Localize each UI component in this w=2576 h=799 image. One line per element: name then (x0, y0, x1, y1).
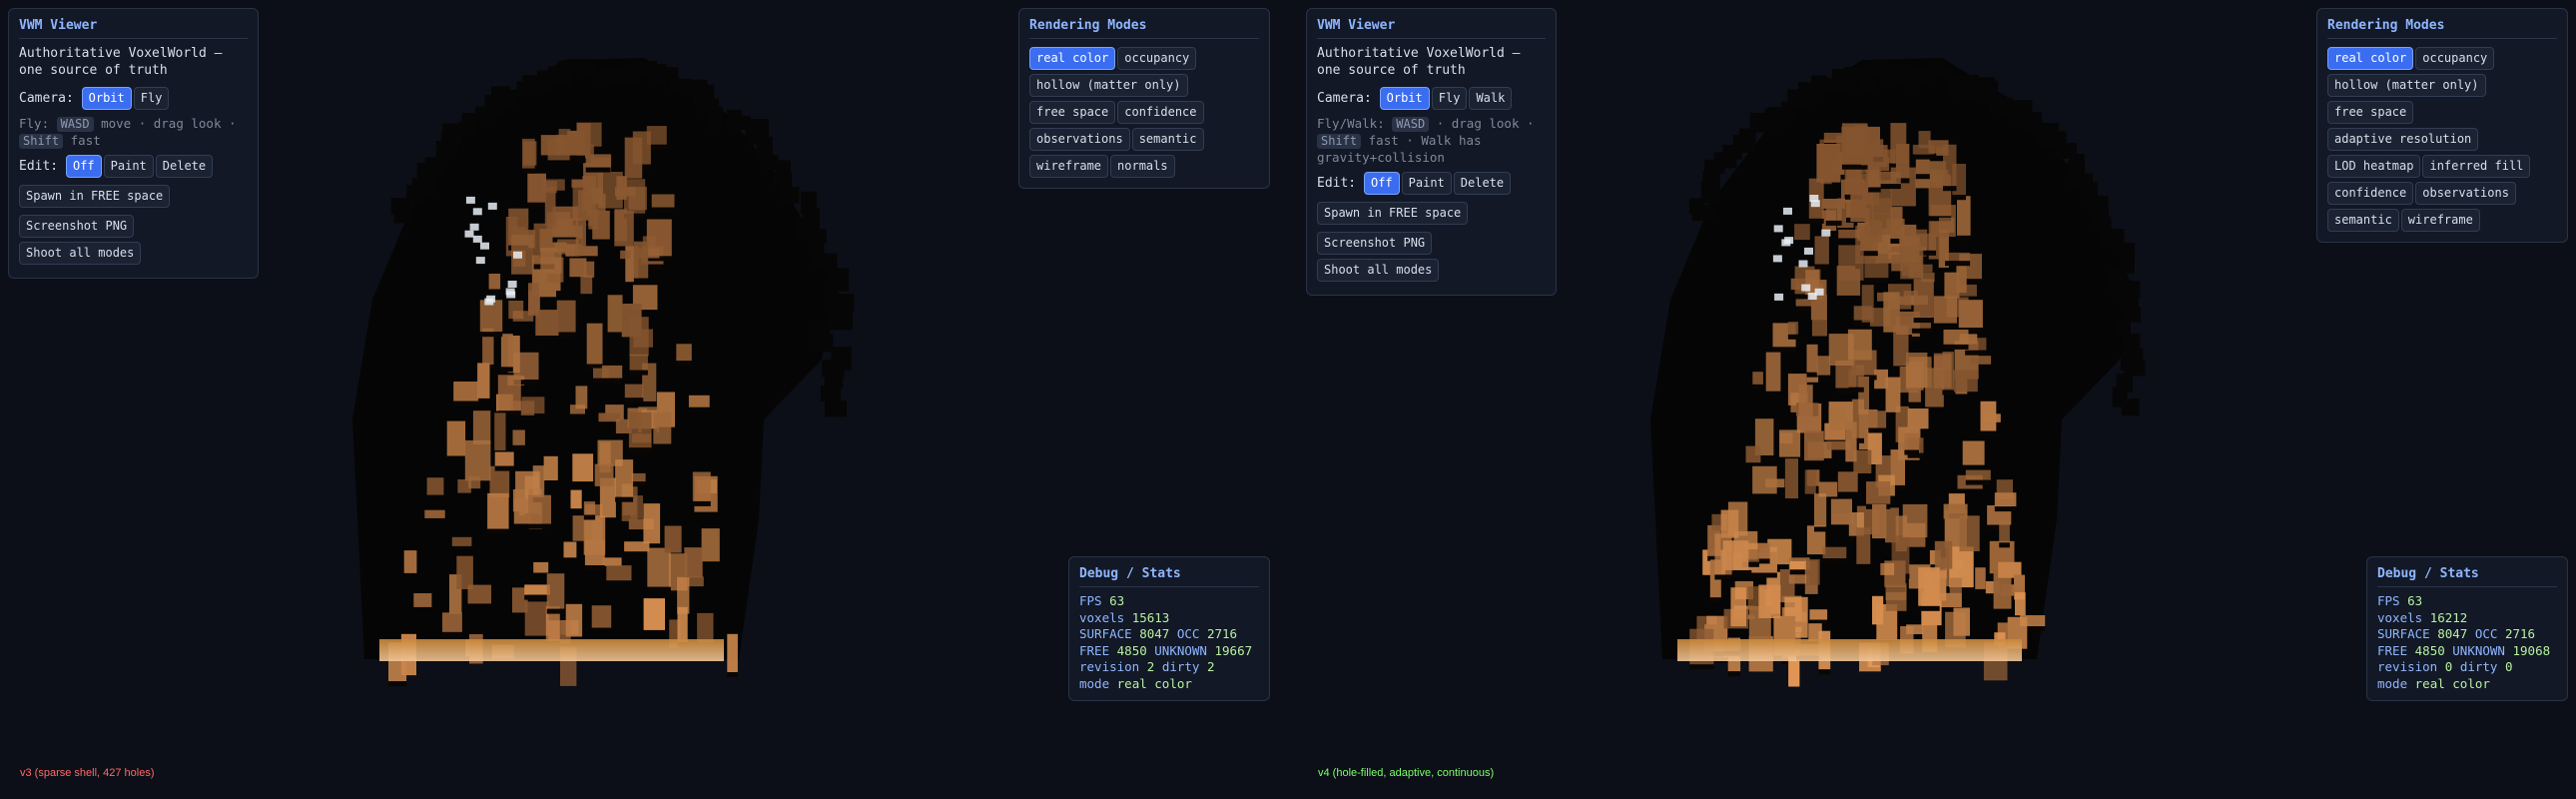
mode-observations-button[interactable]: observations (2415, 182, 2516, 205)
mode-list: real color occupancy hollow (matter only… (2327, 45, 2557, 234)
hint-prefix: Fly/Walk: (1317, 116, 1385, 131)
edit-label: Edit: (1317, 176, 1357, 191)
stat-mode: mode real color (2377, 675, 2490, 691)
viewer-controls-panel: VWM Viewer Authoritative VoxelWorld — on… (1306, 8, 1557, 296)
stat-voxels: voxels 16212 (2377, 609, 2468, 625)
edit-off-button[interactable]: Off (1363, 172, 1400, 195)
mode-real-color-button[interactable]: real color (2327, 47, 2414, 70)
mode-hollow-button[interactable]: hollow (matter only) (2327, 74, 2486, 97)
mode-normals-button[interactable]: normals (1110, 155, 1175, 178)
rendering-modes-panel: Rendering Modes real color occupancy hol… (2316, 8, 2568, 243)
mode-confidence-button[interactable]: confidence (1117, 101, 1204, 124)
controls-hint: Fly: WASD move · drag look · Shift fast (19, 115, 248, 149)
stat-mode: mode real color (1079, 675, 1192, 691)
stat-revision-dirty: revision 0 dirty 0 (2377, 659, 2513, 674)
hint-suffix: fast (70, 133, 101, 148)
camera-orbit-button[interactable]: Orbit (81, 87, 132, 110)
viewer-controls-panel: VWM Viewer Authoritative VoxelWorld — on… (8, 8, 259, 279)
mode-free-space-button[interactable]: free space (2327, 101, 2414, 124)
stat-free-unknown: FREE 4850 UNKNOWN 19068 (2377, 642, 2551, 658)
camera-row: Camera: Orbit Fly Walk (1317, 85, 1546, 112)
stat-fps: FPS 63 (1079, 593, 1125, 608)
stat-free-unknown: FREE 4850 UNKNOWN 19667 (1079, 642, 1253, 658)
mode-occupancy-button[interactable]: occupancy (2415, 47, 2495, 70)
voxel-base (1677, 639, 2022, 661)
caption-v4: v4 (hole-filled, adaptive, continuous) (1318, 767, 1495, 779)
mode-inferred-fill-button[interactable]: inferred fill (2422, 155, 2531, 178)
panel-title: Debug / Stats (2377, 565, 2557, 587)
wasd-key: WASD (1392, 117, 1430, 132)
edit-row: Edit: Off Paint Delete (19, 153, 248, 180)
camera-row: Camera: Orbit Fly (19, 85, 248, 112)
mode-wireframe-button[interactable]: wireframe (2400, 209, 2480, 232)
mode-semantic-button[interactable]: semantic (2327, 209, 2399, 232)
debug-stats-panel: Debug / Stats FPS 63 voxels 15613 SURFAC… (1068, 556, 1270, 701)
mode-occupancy-button[interactable]: occupancy (1117, 47, 1197, 70)
panel-title: VWM Viewer (1317, 17, 1546, 39)
camera-fly-button[interactable]: Fly (133, 87, 170, 110)
edit-paint-button[interactable]: Paint (1401, 172, 1452, 195)
hint-prefix: Fly: (19, 116, 50, 131)
edit-paint-button[interactable]: Paint (103, 155, 154, 178)
mode-real-color-button[interactable]: real color (1029, 47, 1116, 70)
panel-title: Rendering Modes (2327, 17, 2557, 39)
stat-surface-occ: SURFACE 8047 OCC 2716 (2377, 626, 2536, 641)
viewer-v4[interactable]: VWM Viewer Authoritative VoxelWorld — on… (1288, 0, 2576, 799)
camera-label: Camera: (19, 91, 74, 106)
wasd-key: WASD (56, 117, 94, 132)
viewer-subtitle: Authoritative VoxelWorld — one source of… (19, 46, 223, 78)
viewer-v3[interactable]: VWM Viewer Authoritative VoxelWorld — on… (0, 0, 1288, 799)
panel-title: VWM Viewer (19, 17, 248, 39)
debug-stats-panel: Debug / Stats FPS 63 voxels 16212 SURFAC… (2366, 556, 2568, 701)
mode-hollow-button[interactable]: hollow (matter only) (1029, 74, 1188, 97)
mode-wireframe-button[interactable]: wireframe (1029, 155, 1109, 178)
camera-label: Camera: (1317, 91, 1372, 106)
shoot-all-modes-button[interactable]: Shoot all modes (19, 242, 142, 265)
edit-off-button[interactable]: Off (65, 155, 102, 178)
screenshot-png-button[interactable]: Screenshot PNG (1317, 232, 1433, 255)
shift-key: Shift (19, 134, 64, 149)
caption-v3: v3 (sparse shell, 427 holes) (20, 767, 155, 779)
mode-adaptive-resolution-button[interactable]: adaptive resolution (2327, 128, 2479, 151)
mode-observations-button[interactable]: observations (1029, 128, 1130, 151)
shift-key: Shift (1317, 134, 1362, 149)
hint-middle: move · drag look · (101, 116, 237, 131)
controls-hint: Fly/Walk: WASD · drag look · Shift fast … (1317, 115, 1546, 166)
mode-list: real color occupancy hollow (matter only… (1029, 45, 1259, 180)
stat-revision-dirty: revision 2 dirty 2 (1079, 659, 1215, 674)
camera-fly-button[interactable]: Fly (1431, 87, 1468, 110)
panel-title: Rendering Modes (1029, 17, 1259, 39)
rendering-modes-panel: Rendering Modes real color occupancy hol… (1018, 8, 1270, 189)
mode-lod-heatmap-button[interactable]: LOD heatmap (2327, 155, 2421, 178)
mode-confidence-button[interactable]: confidence (2327, 182, 2414, 205)
spawn-free-space-button[interactable]: Spawn in FREE space (1317, 202, 1469, 225)
edit-row: Edit: Off Paint Delete (1317, 170, 1546, 197)
camera-orbit-button[interactable]: Orbit (1379, 87, 1430, 110)
spawn-free-space-button[interactable]: Spawn in FREE space (19, 185, 171, 208)
hint-middle: · drag look · (1436, 116, 1535, 131)
stat-surface-occ: SURFACE 8047 OCC 2716 (1079, 626, 1238, 641)
viewer-subtitle: Authoritative VoxelWorld — one source of… (1317, 46, 1521, 78)
panel-title: Debug / Stats (1079, 565, 1259, 587)
stat-voxels: voxels 15613 (1079, 609, 1170, 625)
mode-semantic-button[interactable]: semantic (1131, 128, 1204, 151)
shoot-all-modes-button[interactable]: Shoot all modes (1317, 259, 1440, 282)
mode-free-space-button[interactable]: free space (1029, 101, 1116, 124)
edit-delete-button[interactable]: Delete (155, 155, 214, 178)
stat-fps: FPS 63 (2377, 593, 2423, 608)
voxel-base (379, 639, 724, 661)
edit-label: Edit: (19, 159, 59, 174)
camera-walk-button[interactable]: Walk (1469, 87, 1513, 110)
screenshot-png-button[interactable]: Screenshot PNG (19, 215, 135, 238)
edit-delete-button[interactable]: Delete (1453, 172, 1512, 195)
